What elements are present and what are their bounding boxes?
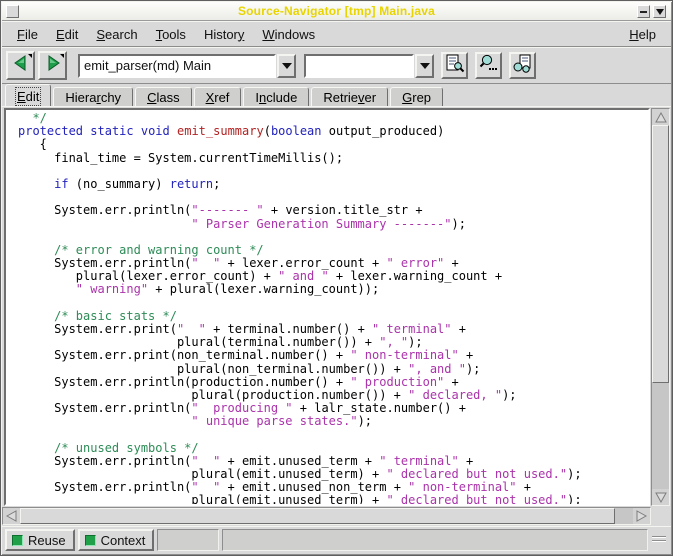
document-magnifier-icon — [444, 53, 465, 79]
horizontal-scroll-thumb[interactable] — [20, 508, 615, 524]
menu-history[interactable]: History — [195, 24, 253, 45]
vertical-scroll-thumb[interactable] — [652, 125, 669, 383]
tab-include[interactable]: Include — [243, 87, 309, 106]
tab-label: Retriever — [323, 90, 376, 105]
forward-button[interactable] — [38, 51, 67, 80]
menu-help[interactable]: Help — [620, 24, 665, 45]
menu-windows[interactable]: Windows — [253, 24, 324, 45]
tab-label: Xref — [206, 90, 230, 105]
toggle-label: Context — [101, 533, 146, 548]
tab-grep[interactable]: Grep — [390, 87, 443, 106]
search-files-button[interactable] — [475, 52, 502, 79]
tab-xref[interactable]: Xref — [194, 87, 242, 106]
menu-tools[interactable]: Tools — [147, 24, 195, 45]
status-panel-large — [222, 529, 648, 551]
search-combobox-input[interactable] — [304, 54, 414, 78]
search-combobox — [304, 54, 434, 78]
retriever-button[interactable] — [509, 52, 536, 79]
code-line: protected static void emit_summary(boole… — [18, 125, 648, 138]
app-window: Source-Navigator [tmp] Main.java FileEdi… — [0, 0, 673, 556]
tab-label: Hierarchy — [65, 90, 121, 105]
code-text: */protected static void emit_summary(boo… — [6, 110, 648, 506]
scroll-right-arrow-icon[interactable] — [633, 508, 650, 524]
toggle-label: Reuse — [28, 533, 66, 548]
title-bar[interactable]: Source-Navigator [tmp] Main.java — [2, 2, 671, 21]
scrollbar-corner — [652, 507, 671, 525]
window-title: Source-Navigator [tmp] Main.java — [2, 4, 671, 18]
tab-label: Edit — [17, 89, 39, 104]
menu-search[interactable]: Search — [87, 24, 146, 45]
resize-grip[interactable] — [651, 535, 667, 545]
forward-dropdown-icon[interactable] — [60, 54, 64, 58]
horizontal-scroll-trough[interactable] — [20, 508, 633, 524]
maximize-button[interactable] — [653, 5, 666, 18]
tab-class[interactable]: Class — [135, 87, 192, 106]
horizontal-scrollbar-row — [2, 507, 671, 525]
symbol-combobox — [78, 54, 296, 78]
mode-tab-bar: Edit Hierarchy Class Xref Include Retriever Gr… — [2, 84, 671, 106]
toggle-indicator-icon — [12, 535, 23, 546]
toggle-context[interactable]: Context — [78, 529, 155, 551]
menu-edit[interactable]: Edit — [47, 24, 87, 45]
horizontal-scrollbar[interactable] — [2, 507, 651, 525]
scroll-left-arrow-icon[interactable] — [3, 508, 20, 524]
toggle-reuse[interactable]: Reuse — [5, 529, 75, 551]
tab-label: Include — [255, 90, 297, 105]
tab-hierarchy[interactable]: Hierarchy — [53, 87, 133, 106]
menu-file[interactable]: File — [8, 24, 47, 45]
back-dropdown-icon[interactable] — [28, 54, 32, 58]
tab-edit[interactable]: Edit — [5, 84, 51, 106]
minimize-button[interactable] — [637, 5, 650, 18]
toolbar — [2, 47, 671, 84]
status-panel-small — [157, 529, 219, 551]
editor-region: */protected static void emit_summary(boo… — [2, 106, 671, 506]
code-line: plural(emit.unused_term) + " declared bu… — [18, 494, 648, 506]
code-line: " Parser Generation Summary -------"); — [18, 218, 648, 231]
code-line: if (no_summary) return; — [18, 178, 648, 191]
symbol-combobox-arrow[interactable] — [277, 54, 296, 78]
back-button[interactable] — [6, 51, 35, 80]
code-line: final_time = System.currentTimeMillis(); — [18, 152, 648, 165]
symbol-combobox-input[interactable] — [78, 54, 276, 78]
toggle-indicator-icon — [85, 535, 96, 546]
menu-bar: FileEditSearchToolsHistoryWindows Help — [2, 21, 671, 47]
scroll-up-arrow-icon[interactable] — [652, 109, 669, 125]
search-combobox-arrow[interactable] — [415, 54, 434, 78]
code-editor[interactable]: */protected static void emit_summary(boo… — [4, 108, 650, 506]
vertical-scroll-trough[interactable] — [652, 125, 669, 489]
scroll-down-arrow-icon[interactable] — [652, 489, 669, 505]
status-bar: Reuse Context — [2, 526, 671, 554]
code-line: " unique parse states."); — [18, 415, 648, 428]
code-line: " warning" + plural(lexer.warning_count)… — [18, 283, 648, 296]
magnifier-ellipsis-icon — [478, 53, 499, 79]
tab-retriever[interactable]: Retriever — [311, 87, 388, 106]
tab-label: Grep — [402, 90, 431, 105]
editor-view-button[interactable] — [441, 52, 468, 79]
vertical-scrollbar[interactable] — [651, 108, 670, 506]
tab-label: Class — [147, 90, 180, 105]
binoculars-document-icon — [512, 53, 533, 79]
